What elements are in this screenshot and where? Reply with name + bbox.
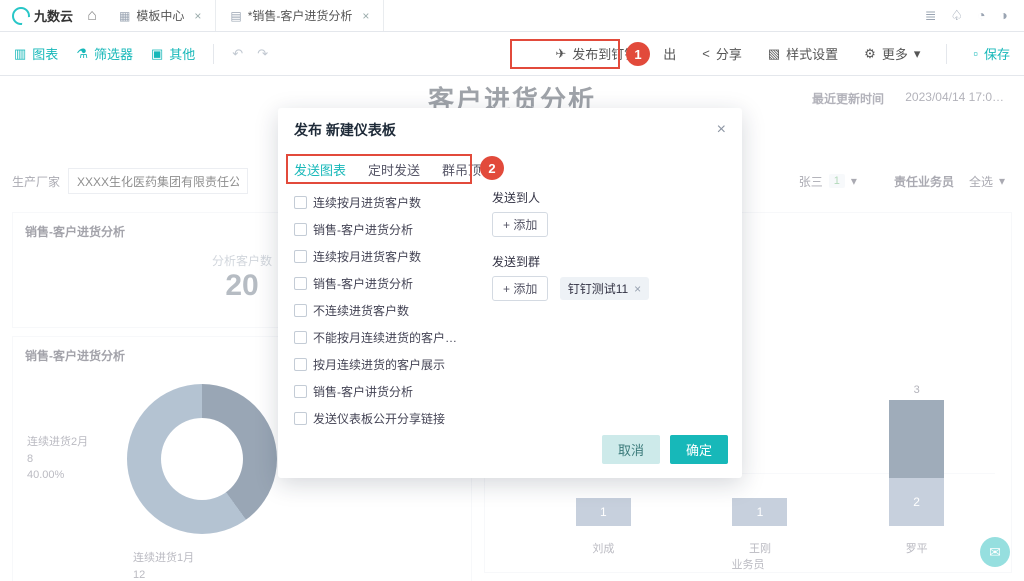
close-icon[interactable]: × <box>194 9 201 23</box>
label: 样式设置 <box>786 44 838 63</box>
check-item[interactable]: 发送仪表板公开分享链接 <box>294 405 474 425</box>
check-item[interactable]: 销售-客户进货分析 <box>294 270 474 297</box>
insert-other-button[interactable]: ▣ 其他 <box>151 44 195 63</box>
other-icon: ▣ <box>151 46 163 62</box>
more-button[interactable]: ⚙ 更多 ▾ <box>864 44 920 63</box>
undo-redo: ↶ ↷ <box>232 46 268 62</box>
checkbox-icon <box>294 223 307 236</box>
cancel-button[interactable]: 取消 <box>602 435 660 464</box>
user-icon[interactable]: ◑ <box>1000 7 1008 24</box>
group-chip-label: 钉钉测试11 <box>568 280 628 297</box>
check-item[interactable]: 连续按月进货客户数 <box>294 189 474 216</box>
toolbar: ▥ 图表 ⚗ 筛选器 ▣ 其他 ↶ ↷ ✈ 发布到钉钉 出 < 分享 ▧ 样式设置 ⚙ 更多 ▾… <box>0 32 1024 76</box>
modal-body: 连续按月进货客户数 销售-客户进货分析 连续按月进货客户数 销售-客户进货分析 … <box>278 189 742 425</box>
send-icon: ✈ <box>555 46 566 62</box>
publish-dingtalk-button[interactable]: ✈ 发布到钉钉 <box>555 44 637 63</box>
title-bar: 九数云 ⌂ ▦ 模板中心 × ▤ *销售-客户进货分析 × ≣ ♤ ◔ ◑ <box>0 0 1024 32</box>
modal-footer: 取消 确定 <box>278 425 742 478</box>
check-item[interactable]: 不连续进货客户数 <box>294 297 474 324</box>
tab-label: *销售-客户进货分析 <box>248 7 353 24</box>
list-icon[interactable]: ≣ <box>925 7 937 24</box>
checkbox-icon <box>294 304 307 317</box>
modal-tabs: 发送图表 定时发送 群吊顶 <box>278 152 742 189</box>
label: 分享 <box>716 44 742 63</box>
chart-checklist: 连续按月进货客户数 销售-客户进货分析 连续按月进货客户数 销售-客户进货分析 … <box>294 189 474 425</box>
ok-button[interactable]: 确定 <box>670 435 728 464</box>
export-button-partial[interactable]: 出 <box>663 44 676 63</box>
chart-icon: ▥ <box>14 46 26 62</box>
send-to-group: 发送到群 + 添加 钉钉测试11 × <box>492 253 726 301</box>
insert-chart-button[interactable]: ▥ 图表 <box>14 44 58 63</box>
tab-templates[interactable]: ▦ 模板中心 × <box>105 0 216 31</box>
titlebar-actions: ≣ ♤ ◔ ◑ <box>925 7 1018 24</box>
template-icon: ▦ <box>119 9 130 23</box>
logo-icon <box>12 7 30 25</box>
check-item[interactable]: 连续按月进货客户数 <box>294 243 474 270</box>
checkbox-icon <box>294 385 307 398</box>
check-item[interactable]: 按月连续进货的客户展示 <box>294 351 474 378</box>
label: 筛选器 <box>94 44 133 63</box>
brand-text: 九数云 <box>34 6 73 25</box>
checkbox-icon <box>294 358 307 371</box>
checkbox-icon <box>294 331 307 344</box>
separator <box>946 44 947 64</box>
checkbox-icon <box>294 196 307 209</box>
checkbox-icon <box>294 277 307 290</box>
undo-icon[interactable]: ↶ <box>232 46 243 62</box>
label: 保存 <box>984 44 1010 63</box>
dashboard-icon: ▤ <box>230 9 241 23</box>
close-icon[interactable]: × <box>362 9 369 23</box>
label: 图表 <box>32 44 58 63</box>
add-group-button[interactable]: + 添加 <box>492 276 548 301</box>
label: 更多 <box>882 44 908 63</box>
label: 其他 <box>169 44 195 63</box>
add-person-button[interactable]: + 添加 <box>492 212 548 237</box>
style-button[interactable]: ▧ 样式设置 <box>768 44 838 63</box>
save-icon: ▫ <box>973 46 978 61</box>
check-item[interactable]: 销售-客户进货分析 <box>294 216 474 243</box>
style-icon: ▧ <box>768 46 780 62</box>
brand: 九数云 <box>6 6 79 25</box>
tab-send-chart[interactable]: 发送图表 <box>294 160 346 179</box>
tab-current-dashboard[interactable]: ▤ *销售-客户进货分析 × <box>216 0 384 31</box>
redo-icon[interactable]: ↷ <box>257 46 268 62</box>
clock-icon[interactable]: ◔ <box>977 7 985 24</box>
group-chip: 钉钉测试11 × <box>560 277 649 300</box>
modal-header: 发布 新建仪表板 × <box>278 108 742 152</box>
tab-label: 模板中心 <box>136 7 184 24</box>
home-icon[interactable]: ⌂ <box>79 7 105 25</box>
tab-strip: ▦ 模板中心 × ▤ *销售-客户进货分析 × <box>105 0 384 31</box>
chevron-down-icon: ▾ <box>914 46 921 62</box>
tab-scheduled-send[interactable]: 定时发送 <box>368 160 420 179</box>
checkbox-icon <box>294 250 307 263</box>
tab-group-pin[interactable]: 群吊顶 <box>442 160 481 179</box>
checkbox-icon <box>294 412 307 425</box>
send-to-person-label: 发送到人 <box>492 189 726 206</box>
check-item[interactable]: 不能按月连续进货的客户… <box>294 324 474 351</box>
close-icon[interactable]: × <box>717 121 726 139</box>
recipients-column: 发送到人 + 添加 发送到群 + 添加 钉钉测试11 × <box>492 189 726 425</box>
save-button[interactable]: ▫ 保存 <box>973 44 1010 63</box>
send-to-person: 发送到人 + 添加 <box>492 189 726 237</box>
bell-icon[interactable]: ♤ <box>951 7 964 24</box>
check-item[interactable]: 销售-客户讲货分析 <box>294 378 474 405</box>
separator <box>213 44 214 64</box>
remove-chip-icon[interactable]: × <box>634 282 641 296</box>
share-icon: < <box>702 46 710 61</box>
gear-icon: ⚙ <box>864 46 876 62</box>
modal-title: 发布 新建仪表板 <box>294 120 396 140</box>
publish-modal: 发布 新建仪表板 × 发送图表 定时发送 群吊顶 连续按月进货客户数 销售-客户… <box>278 108 742 478</box>
send-to-group-label: 发送到群 <box>492 253 726 270</box>
filter-icon: ⚗ <box>76 46 88 62</box>
insert-filter-button[interactable]: ⚗ 筛选器 <box>76 44 133 63</box>
share-button[interactable]: < 分享 <box>702 44 742 63</box>
label: 发布到钉钉 <box>572 44 637 63</box>
